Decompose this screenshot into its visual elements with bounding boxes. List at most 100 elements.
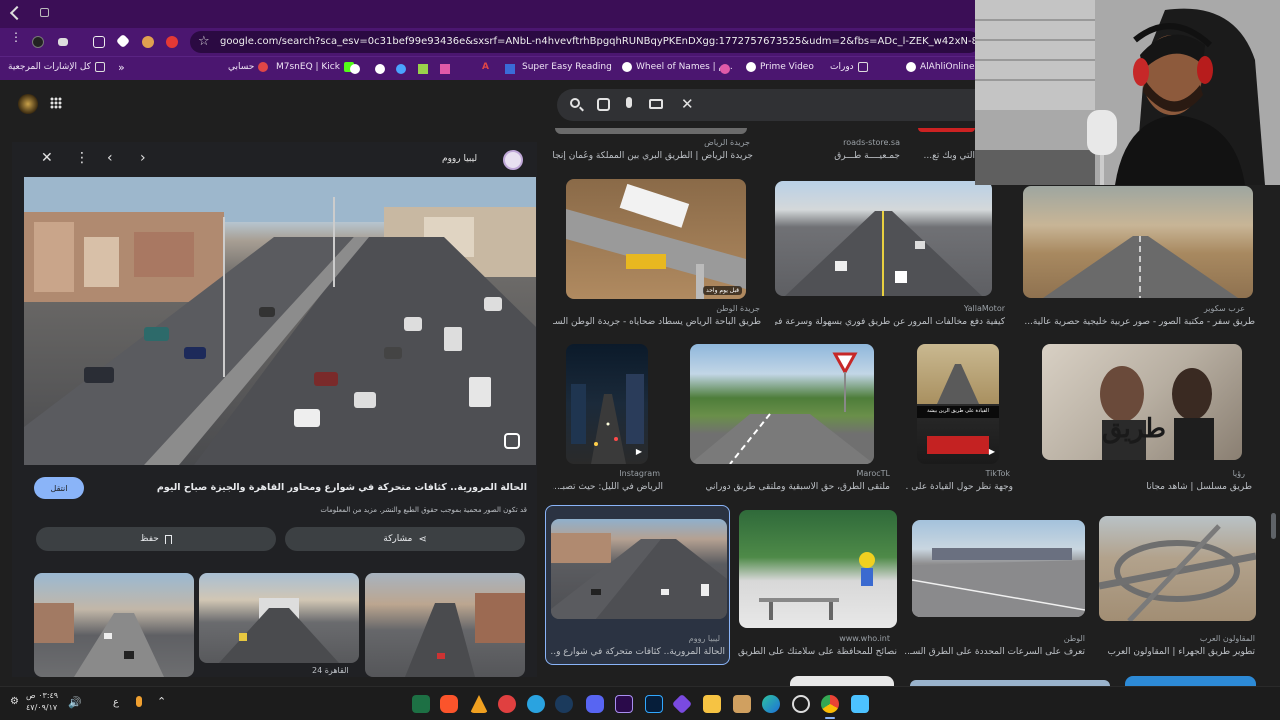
bookmark-favicon[interactable] bbox=[396, 64, 406, 74]
result-caption[interactable]: التي وبك تع... bbox=[918, 151, 976, 161]
video-play-icon[interactable]: ▶ bbox=[989, 447, 995, 456]
result-caption[interactable]: طريق سفر - مكتبة الصور - صور عربية خليجي… bbox=[1023, 317, 1255, 327]
show-hidden-icons-icon[interactable]: ⌃ bbox=[157, 695, 166, 708]
image-result[interactable] bbox=[1125, 676, 1256, 686]
bookmark-item[interactable]: Wheel of Names | م... bbox=[622, 62, 733, 72]
microphone-icon[interactable] bbox=[626, 97, 632, 108]
result-source[interactable]: roads-store.sa bbox=[760, 138, 900, 147]
excel-icon[interactable] bbox=[412, 695, 430, 713]
bookmark-star-icon[interactable]: ☆ bbox=[198, 31, 210, 53]
app-icon[interactable] bbox=[671, 693, 693, 715]
notification-icon[interactable]: ⚙ bbox=[10, 696, 19, 707]
image-result[interactable] bbox=[912, 520, 1085, 617]
next-icon[interactable]: › bbox=[140, 150, 146, 166]
app-icon[interactable] bbox=[470, 695, 488, 713]
result-source[interactable]: ليبيا رووم bbox=[620, 634, 720, 643]
profile-avatar[interactable] bbox=[18, 94, 38, 114]
image-result[interactable]: قبل يوم واحد bbox=[566, 179, 746, 299]
more-options-icon[interactable]: ⋮ bbox=[75, 150, 89, 166]
image-result[interactable] bbox=[790, 676, 894, 686]
related-image[interactable] bbox=[34, 573, 194, 677]
bookmark-favicon[interactable] bbox=[375, 64, 385, 74]
extension-icon-1[interactable] bbox=[32, 36, 44, 48]
lens-search-icon[interactable] bbox=[504, 433, 520, 449]
image-result[interactable]: طريق bbox=[1042, 344, 1242, 460]
result-source[interactable]: جريدة الوطن bbox=[600, 304, 760, 313]
bookmark-item[interactable]: Super Easy Reading bbox=[522, 62, 612, 72]
clock[interactable]: ٠٣:٤٩ ص ٤٧/٠٩/١٧ bbox=[26, 690, 58, 714]
extension-icon-2[interactable] bbox=[58, 38, 68, 46]
lens-icon[interactable] bbox=[597, 98, 610, 111]
result-source[interactable]: YallaMotor bbox=[880, 304, 1005, 313]
bookmark-item[interactable]: AlAhliOnline bbox=[906, 62, 975, 72]
chevron-more-icon[interactable]: » bbox=[118, 61, 125, 74]
result-source[interactable]: Instagram bbox=[580, 469, 660, 478]
image-result[interactable] bbox=[1023, 186, 1253, 298]
result-source[interactable]: جريدة الرياض bbox=[600, 138, 750, 147]
input-language[interactable]: ع bbox=[113, 697, 119, 708]
file-explorer-icon[interactable] bbox=[703, 695, 721, 713]
result-caption[interactable]: تطوير طريق الجهراء | المقاولون العرب bbox=[1100, 647, 1256, 657]
image-result[interactable] bbox=[551, 519, 727, 619]
volume-icon[interactable]: 🔊 bbox=[68, 696, 82, 709]
save-button[interactable]: حفظ bbox=[36, 527, 276, 551]
image-result[interactable] bbox=[555, 128, 747, 134]
result-caption[interactable]: تعرف على السرعات المحددة على الطرق السـ.… bbox=[905, 647, 1085, 657]
bookmark-item[interactable]: دورات bbox=[830, 62, 868, 72]
puzzle-extension-icon[interactable] bbox=[93, 36, 105, 48]
visit-button[interactable]: انتقل bbox=[34, 477, 84, 499]
bookmark-favicon[interactable] bbox=[720, 64, 730, 74]
related-image[interactable] bbox=[365, 573, 525, 677]
bookmark-all[interactable]: كل الإشارات المرجعية bbox=[8, 62, 105, 72]
bookmark-favicon[interactable]: A bbox=[482, 62, 489, 72]
video-play-icon[interactable]: ▶ bbox=[636, 447, 642, 456]
apps-grid-icon[interactable] bbox=[50, 97, 62, 109]
image-result[interactable] bbox=[1099, 516, 1256, 621]
tab-restore-icon[interactable] bbox=[40, 8, 49, 17]
address-bar[interactable]: ☆ google.com/search?sca_esv=0c31bef99e93… bbox=[190, 31, 980, 53]
image-result[interactable] bbox=[739, 510, 897, 628]
result-caption[interactable]: الرياض في الليل: حيث تصبـ... bbox=[553, 482, 663, 492]
telegram-icon[interactable] bbox=[527, 695, 545, 713]
extension-icon-3[interactable] bbox=[115, 33, 131, 49]
bookmark-item[interactable]: M7snEQ | Kick bbox=[276, 62, 354, 72]
bookmark-favicon[interactable] bbox=[418, 64, 428, 74]
preview-title[interactable]: الحالة المرورية.. كثافات متحركة في شوارع… bbox=[102, 482, 527, 493]
bookmark-favicon[interactable] bbox=[350, 64, 360, 74]
premiere-icon[interactable] bbox=[615, 695, 633, 713]
result-source[interactable]: الوطن bbox=[1010, 634, 1085, 643]
image-result[interactable] bbox=[918, 128, 975, 132]
brave-icon[interactable] bbox=[440, 695, 458, 713]
preview-image[interactable] bbox=[24, 177, 536, 465]
result-caption[interactable]: الحالة المرورية.. كثافات متحركة في شوارع… bbox=[550, 647, 725, 657]
result-source[interactable]: المقاولون العرب bbox=[1170, 634, 1255, 643]
result-caption[interactable]: جريدة الرياض | الطريق البري بين المملكة … bbox=[553, 151, 753, 161]
search-box[interactable]: ✕ bbox=[557, 89, 977, 121]
app-icon[interactable] bbox=[733, 695, 751, 713]
steam-icon[interactable] bbox=[555, 695, 573, 713]
result-source[interactable]: رؤيا bbox=[1170, 469, 1245, 478]
windows-start-icon[interactable] bbox=[851, 695, 869, 713]
result-caption[interactable]: طريق الباحة الرياض يسطاد ضحاياه - جريدة … bbox=[553, 317, 761, 327]
result-caption[interactable]: كيفية دفع مخالفات المرور عن طريق فوري بس… bbox=[775, 317, 1005, 327]
result-source[interactable]: MarocTL bbox=[800, 469, 890, 478]
extension-icon-4[interactable] bbox=[142, 36, 154, 48]
bookmark-item[interactable]: Prime Video bbox=[746, 62, 814, 72]
image-result[interactable] bbox=[775, 181, 992, 296]
result-caption[interactable]: نصائح للمحافظة على سلامتك على الطريق bbox=[735, 647, 897, 657]
result-source[interactable]: www.who.int bbox=[800, 634, 890, 643]
image-result[interactable]: القيادة على طريق الرين بيشة ▶ bbox=[917, 344, 999, 464]
bookmark-item[interactable]: حسابي bbox=[228, 62, 269, 72]
edge-icon[interactable] bbox=[762, 695, 780, 713]
share-button[interactable]: مشاركة ⋖ bbox=[285, 527, 525, 551]
back-arrow-icon[interactable] bbox=[9, 5, 25, 21]
previous-icon[interactable]: ‹ bbox=[107, 150, 113, 166]
photoshop-icon[interactable] bbox=[645, 695, 663, 713]
app-icon[interactable] bbox=[498, 695, 516, 713]
result-source[interactable]: TikTok bbox=[930, 469, 1010, 478]
related-caption[interactable]: القاهرة 24 bbox=[312, 666, 349, 675]
result-caption[interactable]: جمـعيــــة طُـــرق bbox=[760, 151, 900, 161]
menu-dots-icon[interactable]: ⋮ bbox=[10, 31, 22, 49]
chrome-icon[interactable] bbox=[821, 695, 839, 713]
related-image[interactable] bbox=[199, 573, 359, 663]
